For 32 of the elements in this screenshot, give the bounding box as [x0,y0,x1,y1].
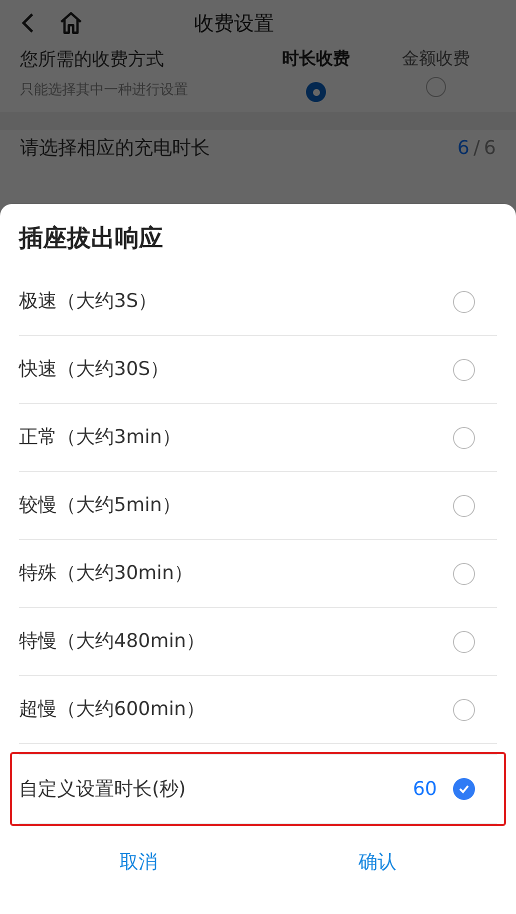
dialog-button[interactable]: 确认 [258,834,497,890]
option-label: 金额收费 [401,48,471,71]
radio-button[interactable] [453,630,475,652]
radio-button[interactable] [453,426,475,448]
radio-button[interactable] [306,82,326,102]
dialog-button[interactable]: 取消 [19,834,258,890]
option-label: 自定义设置时长(秒) [19,776,187,802]
home-button[interactable] [58,10,84,36]
radio-button[interactable] [453,698,475,720]
radio-button[interactable] [453,290,475,312]
option-label: 快速（大约30S） [19,357,170,382]
duration-value: 60 [412,776,437,802]
check-icon [458,783,470,795]
count-separator: / [474,136,480,161]
option-label: 特殊（大约30min） [19,561,194,586]
radio-button[interactable] [453,494,475,516]
page-title: 收费设置 [194,10,274,37]
house-icon [58,10,84,36]
option-label: 较慢（大约5min） [19,493,182,518]
radio-button[interactable] [453,778,475,800]
radio-button[interactable] [426,77,446,97]
radio-button[interactable] [453,562,475,584]
option-label: 时长收费 [281,48,351,71]
radio-button[interactable] [453,358,475,380]
option-label: 正常（大约3min） [19,425,182,450]
field-label: 您所需的收费方式 [20,48,165,72]
sheet-title: 插座拔出响应 [19,223,164,254]
selected-count: 6 [457,136,470,161]
section-label: 请选择相应的充电时长 [20,136,211,161]
option-label: 极速（大约3S） [19,289,158,314]
option-label: 特慢（大约480min） [19,629,206,654]
option-label: 超慢（大约600min） [19,697,206,722]
